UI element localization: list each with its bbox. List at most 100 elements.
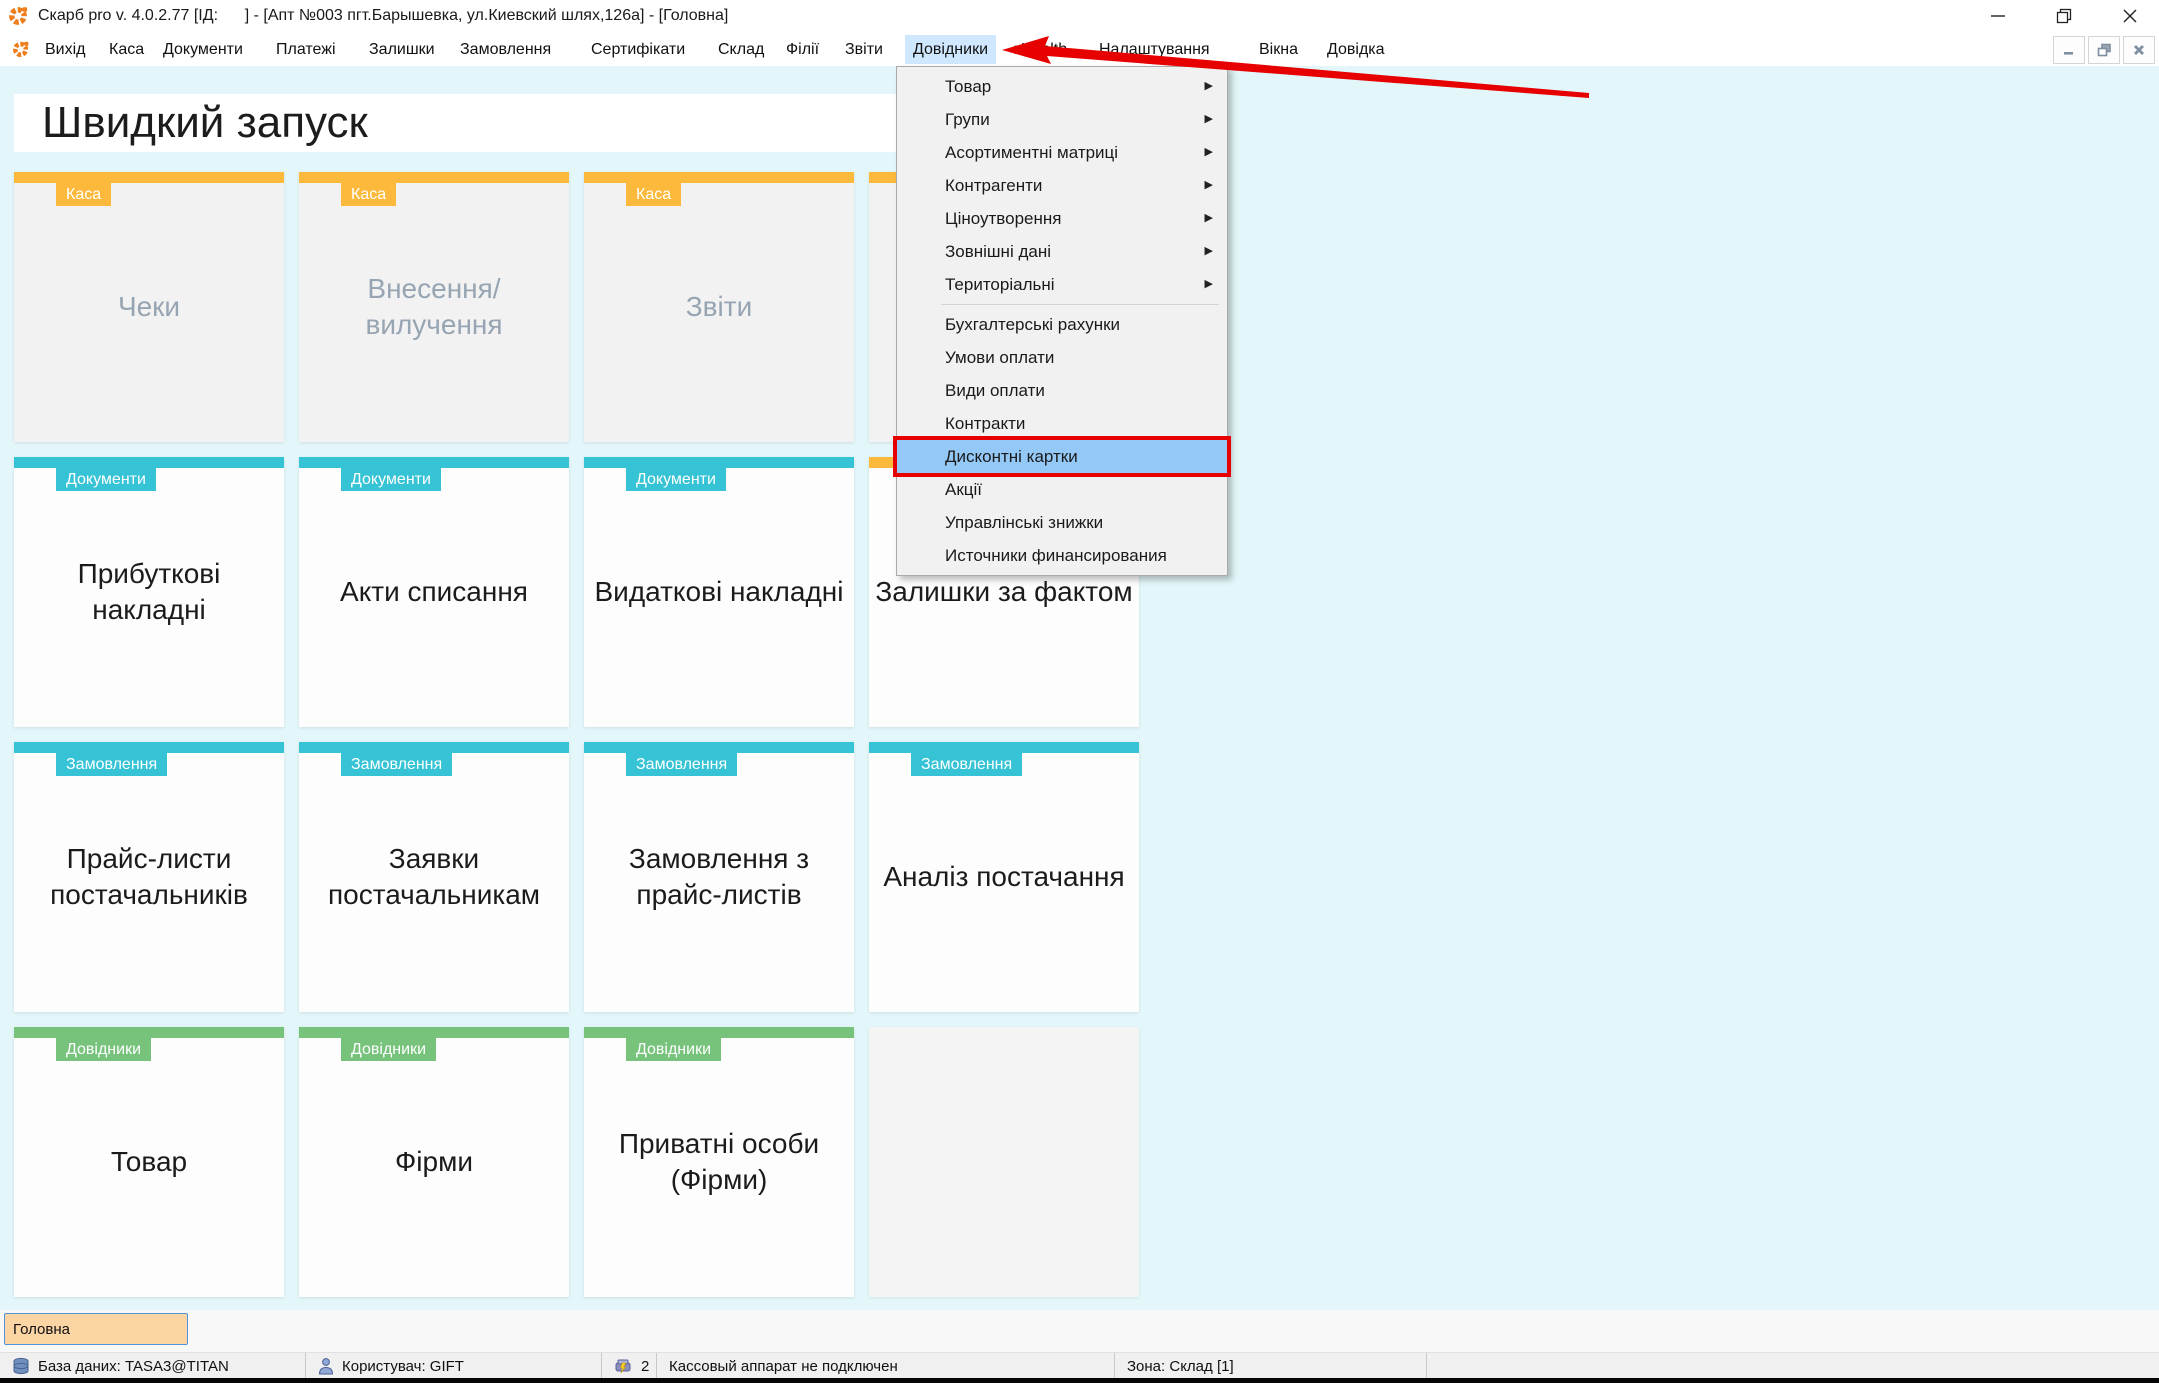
tile-category-tag: Документи: [626, 468, 726, 491]
menubar-item-13[interactable]: Налаштування: [1091, 35, 1218, 64]
dropdown-command-item[interactable]: Умови оплати: [897, 341, 1227, 374]
menubar-item-9[interactable]: Філії: [778, 35, 827, 64]
menubar-item-11[interactable]: Довідники: [905, 35, 996, 64]
tile-category-strip: [584, 742, 854, 753]
tile-label: Заявки постачальникам: [299, 841, 569, 914]
tile-label: Приватні особи (Фірми): [584, 1126, 854, 1199]
quick-launch-tile: [869, 1027, 1139, 1297]
quick-launch-tile[interactable]: Довідники Приватні особи (Фірми): [584, 1027, 854, 1297]
status-empty-area: [1427, 1353, 2159, 1379]
window-restore-button[interactable]: [2053, 5, 2075, 27]
tile-category-tag: Замовлення: [911, 753, 1022, 776]
menubar-item-15[interactable]: Довідка: [1319, 35, 1393, 64]
menubar-item-7[interactable]: Сертифікати: [583, 35, 693, 64]
tile-category-tag: Документи: [56, 468, 156, 491]
mdi-child-icon: [12, 40, 30, 63]
window-minimize-button[interactable]: [1987, 5, 2009, 27]
taskbar-edge: [0, 1378, 2159, 1383]
dropdown-submenu-item[interactable]: Контрагенти▶: [897, 169, 1227, 202]
quick-launch-tile[interactable]: Документи Прибуткові накладні: [14, 457, 284, 727]
dropdown-command-item[interactable]: Види оплати: [897, 374, 1227, 407]
dropdown-submenu-item[interactable]: Асортиментні матриці▶: [897, 136, 1227, 169]
tile-label: Чеки: [114, 289, 184, 325]
menubar-item-5[interactable]: Залишки: [361, 35, 443, 64]
dropdown-command-item[interactable]: Управлінські знижки: [897, 506, 1227, 539]
status-segment: Кассовый аппарат не подключен: [657, 1353, 1115, 1379]
dropdown-submenu-item[interactable]: Ціноутворення▶: [897, 202, 1227, 235]
tile-category-tag: Замовлення: [626, 753, 737, 776]
submenu-arrow-icon: ▶: [1205, 103, 1213, 136]
menubar-item-12[interactable]: eHealth: [1004, 35, 1075, 64]
dropdown-command-item[interactable]: Дисконтні картки: [897, 440, 1227, 473]
tile-category-strip: [14, 742, 284, 753]
quick-launch-tile[interactable]: Документи Акти списання: [299, 457, 569, 727]
dropdown-submenu-item[interactable]: Групи▶: [897, 103, 1227, 136]
menu-bar: ВихідКасаДокументи Платежі Залишки Замовлен…: [0, 32, 2159, 66]
quick-launch-tile[interactable]: ДовідникиФірми: [299, 1027, 569, 1297]
user-icon: [318, 1357, 334, 1375]
tile-category-tag: Довідники: [626, 1038, 721, 1061]
tile-category-strip: [14, 457, 284, 468]
tile-category-strip: [299, 457, 569, 468]
status-bar: База даних: TASA3@TITAN Користувач: GIFT 2…: [0, 1352, 2159, 1379]
dropdown-submenu-item[interactable]: Товар▶: [897, 70, 1227, 103]
status-text: Користувач: GIFT: [342, 1358, 464, 1375]
tile-label: Прайс-листи постачальників: [14, 841, 284, 914]
connection-icon: [614, 1358, 633, 1375]
tile-category-tag: Каса: [56, 183, 111, 206]
quick-launch-tile[interactable]: Замовлення Замовлення з прайс-листів: [584, 742, 854, 1012]
tile-category-tag: Каса: [341, 183, 396, 206]
menubar-item-2[interactable]: Каса: [101, 35, 152, 64]
dropdown-command-item[interactable]: Акції: [897, 473, 1227, 506]
quick-launch-tile[interactable]: КасаЗвіти: [584, 172, 854, 442]
menubar-item-3[interactable]: Документи: [155, 35, 251, 64]
window-close-button[interactable]: [2119, 5, 2141, 27]
tile-category-tag: Замовлення: [341, 753, 452, 776]
title-bar: Скарб pro v. 4.0.2.77 [ІД: ] - [Апт №003…: [0, 0, 2159, 32]
tile-category-strip: [299, 1027, 569, 1038]
app-logo-icon: [8, 5, 29, 31]
page-title: Швидкий запуск: [14, 94, 896, 152]
menubar-item-14[interactable]: Вікна: [1251, 35, 1306, 64]
tab-holovna[interactable]: Головна: [4, 1313, 188, 1345]
menubar-item-4[interactable]: Платежі: [268, 35, 344, 64]
mdi-minimize-button[interactable]: [2053, 36, 2085, 64]
quick-launch-tile[interactable]: Замовлення Прайс-листи постачальників: [14, 742, 284, 1012]
menubar-item-6[interactable]: Замовлення: [452, 35, 559, 64]
tile-label: Акти списання: [336, 574, 532, 610]
quick-launch-tile[interactable]: Замовлення Аналіз постачання: [869, 742, 1139, 1012]
tile-category-tag: Документи: [341, 468, 441, 491]
tile-category-tag: Замовлення: [56, 753, 167, 776]
status-segment: 2: [602, 1353, 657, 1379]
tile-label: Замовлення з прайс-листів: [584, 841, 854, 914]
dropdown-command-item[interactable]: Контракти: [897, 407, 1227, 440]
status-segment: Зона: Склад [1]: [1115, 1353, 1427, 1379]
dropdown-submenu-item[interactable]: Зовнішні дані▶: [897, 235, 1227, 268]
tab-strip: Головна: [0, 1310, 2159, 1352]
status-text: База даних: TASA3@TITAN: [38, 1358, 229, 1375]
menubar-item-8[interactable]: Склад: [710, 35, 772, 64]
quick-launch-header: Швидкий запуск: [14, 94, 896, 152]
dropdown-command-item[interactable]: Бухгалтерські рахунки: [897, 308, 1227, 341]
quick-launch-tile[interactable]: Замовлення Заявки постачальникам: [299, 742, 569, 1012]
tile-category-strip: [584, 172, 854, 183]
menu-separator: [941, 304, 1219, 305]
dropdown-menu-dovidnyky: Товар▶Групи▶Асортиментні матриці▶Контраг…: [896, 66, 1228, 576]
dropdown-command-item[interactable]: Источники финансирования: [897, 539, 1227, 572]
status-text: 2: [641, 1358, 649, 1375]
tile-label: Прибуткові накладні: [14, 556, 284, 629]
mdi-restore-button[interactable]: [2088, 36, 2120, 64]
quick-launch-tile[interactable]: Каса Чеки: [14, 172, 284, 442]
tile-label: Залишки за фактом: [871, 574, 1136, 610]
quick-launch-tile[interactable]: ДокументиВидаткові накладні: [584, 457, 854, 727]
dropdown-submenu-item[interactable]: Територіальні▶: [897, 268, 1227, 301]
main-content: Швидкий запуск Каса Чеки КасаВнесення/вилу…: [0, 66, 2159, 1310]
menubar-item-1[interactable]: Вихід: [37, 35, 94, 64]
submenu-arrow-icon: ▶: [1205, 202, 1213, 235]
quick-launch-tile[interactable]: КасаВнесення/вилучення: [299, 172, 569, 442]
quick-launch-tile[interactable]: ДовідникиТовар: [14, 1027, 284, 1297]
tile-category-strip: [14, 1027, 284, 1038]
mdi-close-button[interactable]: [2123, 36, 2155, 64]
menubar-item-10[interactable]: Звіти: [837, 35, 891, 64]
tile-label: Аналіз постачання: [879, 859, 1128, 895]
